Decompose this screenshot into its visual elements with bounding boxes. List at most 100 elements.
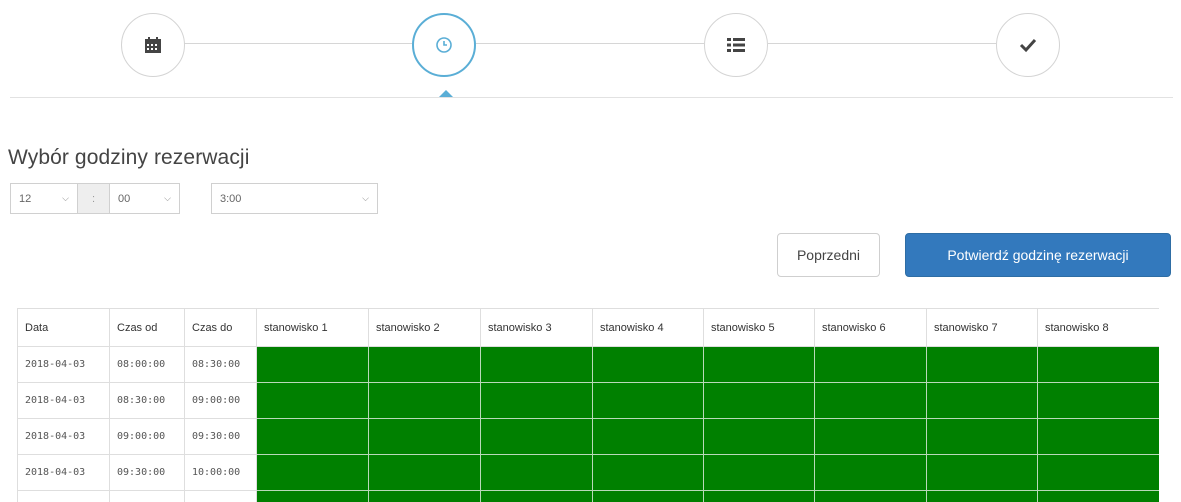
previous-button[interactable]: Poprzedni [777, 233, 880, 277]
table-row [17, 490, 1159, 502]
chevron-down-icon: ⌵ [62, 193, 69, 203]
wizard-step-confirm[interactable] [996, 13, 1060, 77]
slot-available[interactable] [926, 418, 1038, 455]
column-header: Czas do [184, 308, 257, 347]
slot-available[interactable] [703, 454, 815, 491]
slot-available[interactable] [926, 382, 1038, 419]
cell-to: 09:00:00 [184, 382, 257, 419]
hour-select-value: 12 [19, 192, 32, 205]
cell-to: 10:00:00 [184, 454, 257, 491]
column-header: stanowisko 2 [368, 308, 481, 347]
page-title: Wybór godziny rezerwacji [8, 146, 250, 169]
cell-to [184, 490, 257, 502]
chevron-down-icon: ⌵ [362, 193, 369, 203]
column-header: stanowisko 4 [592, 308, 704, 347]
column-header: stanowisko 5 [703, 308, 815, 347]
cell-date: 2018-04-03 [17, 382, 110, 419]
table-row: 2018-04-03 09:30:00 10:00:00 [17, 454, 1159, 491]
slot-available[interactable] [480, 454, 593, 491]
slot-available[interactable] [368, 490, 481, 502]
slot-available[interactable] [592, 382, 704, 419]
wizard-connector [184, 43, 412, 44]
slot-available[interactable] [592, 454, 704, 491]
slot-available[interactable] [926, 490, 1038, 502]
minute-select[interactable]: 00 ⌵ [109, 183, 180, 214]
slot-available[interactable] [1037, 382, 1159, 419]
column-header: Czas od [109, 308, 185, 347]
slot-available[interactable] [368, 382, 481, 419]
slot-available[interactable] [592, 418, 704, 455]
column-header: Data [17, 308, 110, 347]
chevron-down-icon: ⌵ [164, 193, 171, 203]
duration-select[interactable]: 3:00 ⌵ [211, 183, 378, 214]
slot-available[interactable] [592, 490, 704, 502]
reservation-wizard [0, 0, 1181, 130]
cell-date: 2018-04-03 [17, 454, 110, 491]
cell-date: 2018-04-03 [17, 418, 110, 455]
slot-available[interactable] [703, 346, 815, 383]
slot-available[interactable] [1037, 454, 1159, 491]
slot-available[interactable] [368, 454, 481, 491]
clock-icon [435, 36, 453, 54]
column-header: stanowisko 1 [256, 308, 369, 347]
slot-available[interactable] [256, 454, 369, 491]
cell-to: 08:30:00 [184, 346, 257, 383]
table-row: 2018-04-03 08:00:00 08:30:00 [17, 346, 1159, 383]
slot-available[interactable] [703, 490, 815, 502]
slot-available[interactable] [814, 454, 927, 491]
wizard-connector [476, 43, 704, 44]
list-icon [727, 37, 745, 53]
slot-available[interactable] [926, 346, 1038, 383]
slot-available[interactable] [256, 490, 369, 502]
wizard-step-time[interactable] [412, 13, 476, 77]
cell-from: 08:30:00 [109, 382, 185, 419]
slot-available[interactable] [480, 382, 593, 419]
column-header: stanowisko 8 [1037, 308, 1159, 347]
column-header: stanowisko 6 [814, 308, 927, 347]
slot-available[interactable] [480, 490, 593, 502]
check-icon [1019, 37, 1037, 53]
wizard-step-details[interactable] [704, 13, 768, 77]
slot-available[interactable] [592, 346, 704, 383]
slot-available[interactable] [814, 418, 927, 455]
confirm-time-button[interactable]: Potwierdź godzinę rezerwacji [905, 233, 1171, 277]
column-header: stanowisko 7 [926, 308, 1038, 347]
slot-available[interactable] [480, 418, 593, 455]
cell-from: 09:00:00 [109, 418, 185, 455]
cell-from: 09:30:00 [109, 454, 185, 491]
cell-to: 09:30:00 [184, 418, 257, 455]
slot-available[interactable] [814, 382, 927, 419]
cell-from: 08:00:00 [109, 346, 185, 383]
slot-available[interactable] [368, 418, 481, 455]
wizard-connector [768, 43, 996, 44]
slot-available[interactable] [703, 382, 815, 419]
slot-available[interactable] [1037, 346, 1159, 383]
column-header: stanowisko 3 [480, 308, 593, 347]
slot-available[interactable] [368, 346, 481, 383]
slot-available[interactable] [1037, 490, 1159, 502]
slot-available[interactable] [480, 346, 593, 383]
calendar-icon [144, 36, 162, 54]
slot-available[interactable] [814, 490, 927, 502]
slot-available[interactable] [926, 454, 1038, 491]
wizard-divider [10, 97, 1173, 98]
table-row: 2018-04-03 09:00:00 09:30:00 [17, 418, 1159, 455]
duration-select-value: 3:00 [220, 192, 242, 205]
slot-available[interactable] [256, 382, 369, 419]
availability-table-container: Data Czas od Czas do stanowisko 1 stanow… [17, 308, 1159, 502]
hour-select[interactable]: 12 ⌵ [10, 183, 78, 214]
minute-select-value: 00 [118, 192, 131, 205]
cell-date: 2018-04-03 [17, 346, 110, 383]
slot-available[interactable] [814, 346, 927, 383]
table-row: 2018-04-03 08:30:00 09:00:00 [17, 382, 1159, 419]
slot-available[interactable] [1037, 418, 1159, 455]
time-separator: : [78, 183, 109, 214]
wizard-step-date[interactable] [121, 13, 185, 77]
cell-from [109, 490, 185, 502]
active-step-pointer [439, 90, 453, 97]
slot-available[interactable] [703, 418, 815, 455]
table-header-row: Data Czas od Czas do stanowisko 1 stanow… [17, 308, 1159, 347]
slot-available[interactable] [256, 346, 369, 383]
slot-available[interactable] [256, 418, 369, 455]
cell-date [17, 490, 110, 502]
